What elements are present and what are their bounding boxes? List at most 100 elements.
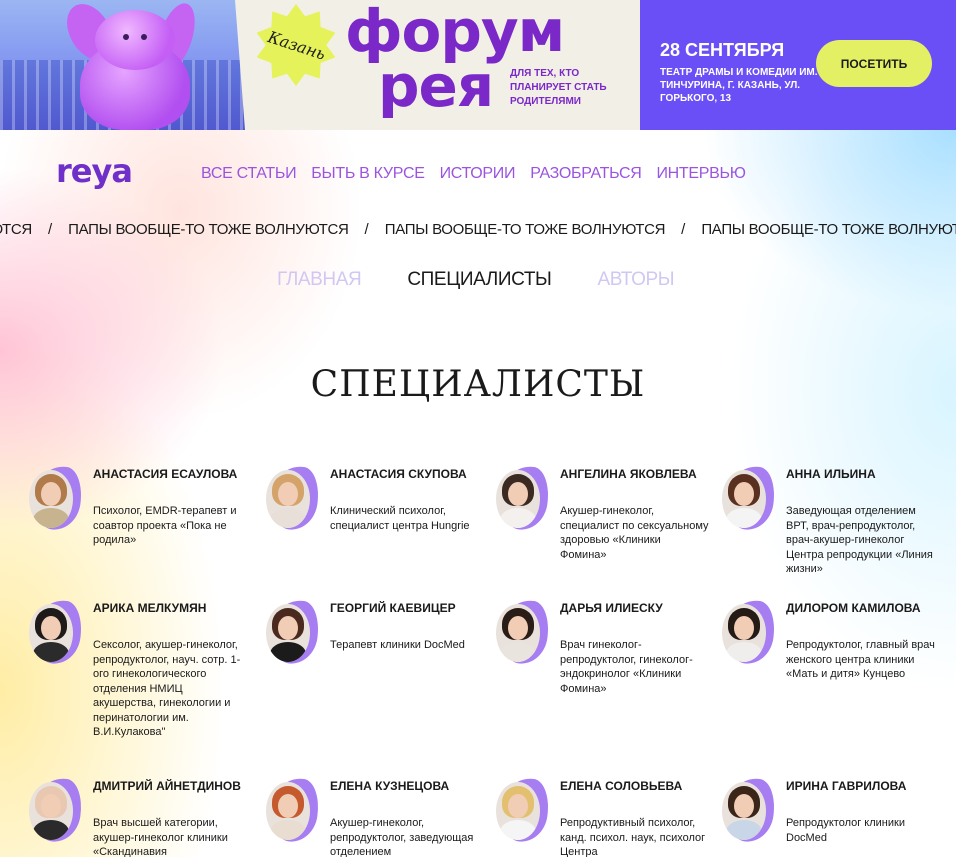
specialist-description: Репродуктолог клиники DocMed [786,817,905,844]
avatar[interactable] [266,463,323,533]
specialist-name[interactable]: ДИЛОРОМ КАМИЛОВА [786,600,936,617]
avatar-face [734,482,754,506]
avatar-face [278,616,298,640]
avatar-face [508,616,528,640]
avatar[interactable] [266,597,323,667]
bunny-head [95,10,175,70]
news-ticker[interactable]: ЮТСЯ / ПАПЫ ВООБЩЕ-ТО ТОЖЕ ВОЛНУЮТСЯ / П… [0,221,956,243]
avatar[interactable] [29,597,86,667]
nav-explain[interactable]: РАЗОБРАТЬСЯ [530,165,642,183]
avatar[interactable] [722,463,779,533]
avatar-face [734,794,754,818]
ticker-item[interactable]: ПАПЫ ВООБЩЕ-ТО ТОЖЕ ВОЛНУЮТСЯ [385,221,666,238]
ticker-item[interactable]: ПАПЫ ВООБЩЕ-ТО ТОЖЕ ВОЛНУЮТСЯ [701,221,956,238]
section-tabs: ГЛАВНАЯ СПЕЦИАЛИСТЫ АВТОРЫ [277,269,675,291]
avatar-shirt [270,642,306,662]
nav-stories[interactable]: ИСТОРИИ [440,165,516,183]
bunny-eye [123,34,129,40]
avatar-face [41,794,61,818]
specialist-description: Репродуктолог, главный врач женского цен… [786,639,935,680]
avatar[interactable] [29,463,86,533]
avatar-photo [496,604,540,662]
avatar[interactable] [496,463,553,533]
specialist-name[interactable]: АНАСТАСИЯ СКУПОВА [330,466,480,483]
avatar-shirt [726,820,762,840]
avatar-photo [496,470,540,528]
avatar-photo [722,782,766,840]
banner-illustration [0,0,250,130]
tab-authors[interactable]: АВТОРЫ [597,269,674,291]
specialist-name[interactable]: ЕЛЕНА СОЛОВЬЕВА [560,778,710,795]
page-title: СПЕЦИАЛИСТЫ [310,364,646,405]
avatar-shirt [33,642,69,662]
avatar-shirt [500,642,536,662]
ticker-item[interactable]: ЮТСЯ [0,221,32,238]
specialist-name[interactable]: АНАСТАСИЯ ЕСАУЛОВА [93,466,243,483]
specialist-name[interactable]: ДМИТРИЙ АЙНЕТДИНОВ [93,778,243,795]
ticker-separator: / [47,221,53,238]
specialist-description: Терапевт клиники DocMed [330,639,465,651]
avatar[interactable] [496,775,553,845]
specialist-description: Репродуктивный психолог, канд. психол. н… [560,817,706,857]
specialist-description: Акушер-гинеколог, специалист по сексуаль… [560,505,709,561]
promo-banner[interactable]: Казань форум рея ДЛЯ ТЕХ, КТО ПЛАНИРУЕТ … [0,0,956,130]
avatar-photo [266,604,310,662]
avatar-shirt [500,508,536,528]
visit-button[interactable]: ПОСЕТИТЬ [816,40,932,87]
avatar[interactable] [496,597,553,667]
specialist-name[interactable]: АРИКА МЕЛКУМЯН [93,600,243,617]
ticker-item[interactable]: ПАПЫ ВООБЩЕ-ТО ТОЖЕ ВОЛНУЮТСЯ [68,221,349,238]
avatar-shirt [33,820,69,840]
ticker-separator: / [364,221,369,238]
avatar-photo [266,470,310,528]
event-date: 28 СЕНТЯБРЯ [660,40,785,60]
avatar[interactable] [722,775,779,845]
bunny-eye [141,34,147,40]
avatar-shirt [500,820,536,840]
avatar-face [41,616,61,640]
specialist-name[interactable]: АНГЕЛИНА ЯКОВЛЕВА [560,466,710,483]
avatar-face [508,794,528,818]
forum-subtitle: ДЛЯ ТЕХ, КТО ПЛАНИРУЕТ СТАТЬ РОДИТЕЛЯМИ [510,68,607,107]
avatar-shirt [270,508,306,528]
specialist-name[interactable]: АННА ИЛЬИНА [786,466,936,483]
avatar-shirt [33,508,69,528]
avatar-photo [266,782,310,840]
main-nav: ВСЕ СТАТЬИ БЫТЬ В КУРСЕ ИСТОРИИ РАЗОБРАТ… [201,165,746,183]
specialist-name[interactable]: ЕЛЕНА КУЗНЕЦОВА [330,778,480,795]
specialist-description: Акушер-гинеколог, репродуктолог, заведую… [330,817,474,857]
avatar-shirt [726,508,762,528]
avatar-face [41,482,61,506]
specialist-name[interactable]: ГЕОРГИЙ КАЕВИЦЕР [330,600,480,617]
avatar[interactable] [722,597,779,667]
avatar-photo [29,782,73,840]
avatar-face [278,482,298,506]
site-logo[interactable]: reya [56,152,133,190]
specialist-description: Клинический психолог, специалист центра … [330,505,470,532]
avatar[interactable] [29,775,86,845]
ticker-separator: / [681,221,686,238]
specialist-description: Врач высшей категории, акушер-гинеколог … [93,817,228,857]
avatar-face [278,794,298,818]
specialist-description: Сексолог, акушер-гинеколог, репродуктоло… [93,639,241,738]
specialist-name[interactable]: ИРИНА ГАВРИЛОВА [786,778,936,795]
avatar-photo [29,470,73,528]
nav-stay-informed[interactable]: БЫТЬ В КУРСЕ [311,165,425,183]
avatar-photo [496,782,540,840]
nav-interview[interactable]: ИНТЕРВЬЮ [656,165,745,183]
specialist-description: Врач гинеколог-репродуктолог, гинеколог-… [560,639,693,695]
nav-all-articles[interactable]: ВСЕ СТАТЬИ [201,165,297,183]
avatar-shirt [270,820,306,840]
avatar-photo [29,604,73,662]
event-venue: ТЕАТР ДРАМЫ И КОМЕДИИ ИМ. ТИНЧУРИНА, Г. … [660,67,818,104]
avatar-face [508,482,528,506]
specialist-name[interactable]: ДАРЬЯ ИЛИЕСКУ [560,600,710,617]
avatar-photo [722,470,766,528]
avatar-face [734,616,754,640]
tab-main[interactable]: ГЛАВНАЯ [277,269,362,291]
tab-specialists[interactable]: СПЕЦИАЛИСТЫ [407,269,551,291]
avatar[interactable] [266,775,323,845]
forum-title-line2: рея [378,52,494,120]
avatar-photo [722,604,766,662]
specialist-description: Психолог, EMDR-терапевт и соавтор проект… [93,505,237,546]
